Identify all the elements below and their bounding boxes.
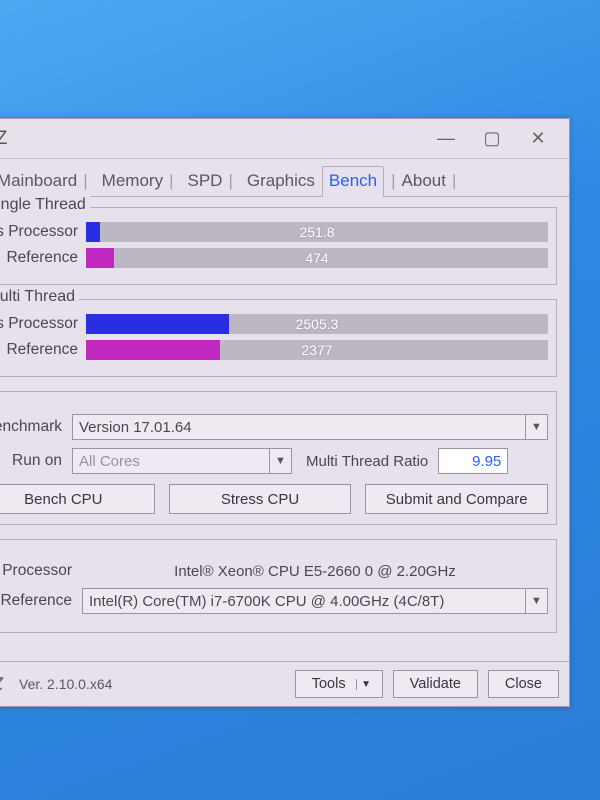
bench-panel: J Single Thread his Processor 251.8 Refe… — [0, 196, 569, 661]
chevron-down-icon: ▼ — [525, 589, 547, 613]
value-single-this: 251.8 — [299, 222, 334, 242]
bar-multi-ref: 2377 — [86, 340, 548, 360]
bar-single-this: 251.8 — [86, 222, 548, 242]
group-title-single: J Single Thread — [0, 196, 90, 214]
label-mtr: Multi Thread Ratio — [306, 453, 428, 470]
row-reference-processor: Reference Intel(R) Core(TM) i7-6700K CPU… — [0, 588, 548, 614]
value-multi-this: 2505.3 — [296, 314, 339, 334]
fill-multi-this — [86, 314, 229, 334]
brand: PU-Z — [0, 674, 3, 695]
row-multi-this: his Processor 2505.3 — [0, 314, 548, 334]
chevron-down-icon: ▼ — [269, 449, 291, 473]
tab-graphics[interactable]: Graphics — [240, 166, 322, 197]
combo-benchmark-version[interactable]: Version 17.01.64 ▼ — [72, 414, 548, 440]
value-this-processor: Intel® Xeon® CPU E5-2660 0 @ 2.20GHz — [82, 563, 548, 580]
group-processor: s Processor Intel® Xeon® CPU E5-2660 0 @… — [0, 539, 557, 633]
value-mtr: 9.95 — [438, 448, 508, 474]
titlebar[interactable]: PU-Z — ▢ ✕ — [0, 119, 569, 159]
label-reference: Reference — [0, 249, 78, 267]
stress-cpu-button[interactable]: Stress CPU — [169, 484, 352, 514]
fill-multi-ref — [86, 340, 220, 360]
window-title: PU-Z — [0, 128, 7, 150]
value-single-ref: 474 — [305, 248, 328, 268]
label-run-on: Run on — [0, 452, 62, 470]
minimize-button[interactable]: — — [423, 119, 469, 158]
row-this-processor: s Processor Intel® Xeon® CPU E5-2660 0 @… — [0, 562, 548, 580]
combo-run-on[interactable]: All Cores ▼ — [72, 448, 292, 474]
label-reference: Reference — [0, 341, 78, 359]
tab-bench[interactable]: Bench — [322, 166, 384, 197]
app-window: PU-Z — ▢ ✕ J| Mainboard| Memory| SPD| Gr… — [0, 118, 570, 707]
bar-single-ref: 474 — [86, 248, 548, 268]
tab-spd[interactable]: SPD| — [181, 166, 240, 197]
bench-cpu-button[interactable]: Bench CPU — [0, 484, 155, 514]
close-button[interactable]: ✕ — [515, 119, 561, 158]
group-single-thread: J Single Thread his Processor 251.8 Refe… — [0, 207, 557, 285]
row-single-ref: Reference 474 — [0, 248, 548, 268]
bar-multi-this: 2505.3 — [86, 314, 548, 334]
version-text: Ver. 2.10.0.x64 — [19, 676, 112, 692]
value-multi-ref: 2377 — [301, 340, 332, 360]
label-benchmark: Benchmark — [0, 418, 62, 436]
group-benchmark: Benchmark Version 17.01.64 ▼ Run on All … — [0, 391, 557, 525]
button-row: Bench CPU Stress CPU Submit and Compare — [0, 484, 548, 514]
label-reference: Reference — [0, 592, 72, 610]
fill-single-ref — [86, 248, 114, 268]
tab-strip: J| Mainboard| Memory| SPD| Graphics Benc… — [0, 159, 569, 196]
group-title-multi: J Multi Thread — [0, 288, 79, 306]
tools-button[interactable]: Tools▼ — [295, 670, 383, 698]
combo-reference-cpu[interactable]: Intel(R) Core(TM) i7-6700K CPU @ 4.00GHz… — [82, 588, 548, 614]
footer: PU-Z Ver. 2.10.0.x64 Tools▼ Validate Clo… — [0, 661, 569, 706]
validate-button[interactable]: Validate — [393, 670, 478, 698]
chevron-down-icon: ▼ — [525, 415, 547, 439]
row-multi-ref: Reference 2377 — [0, 340, 548, 360]
tab-mainboard[interactable]: Mainboard| — [0, 166, 95, 197]
fill-single-this — [86, 222, 100, 242]
label-this-processor: s Processor — [0, 562, 72, 580]
tab-about[interactable]: |About| — [384, 166, 463, 197]
close-app-button[interactable]: Close — [488, 670, 559, 698]
row-single-this: his Processor 251.8 — [0, 222, 548, 242]
maximize-button[interactable]: ▢ — [469, 119, 515, 158]
label-this-processor: his Processor — [0, 223, 78, 241]
label-this-processor: his Processor — [0, 315, 78, 333]
group-multi-thread: J Multi Thread his Processor 2505.3 Refe… — [0, 299, 557, 377]
submit-compare-button[interactable]: Submit and Compare — [365, 484, 548, 514]
chevron-down-icon: ▼ — [356, 679, 376, 690]
row-benchmark-version: Benchmark Version 17.01.64 ▼ — [0, 414, 548, 440]
row-run-on: Run on All Cores ▼ Multi Thread Ratio 9.… — [0, 448, 548, 474]
tab-memory[interactable]: Memory| — [95, 166, 181, 197]
